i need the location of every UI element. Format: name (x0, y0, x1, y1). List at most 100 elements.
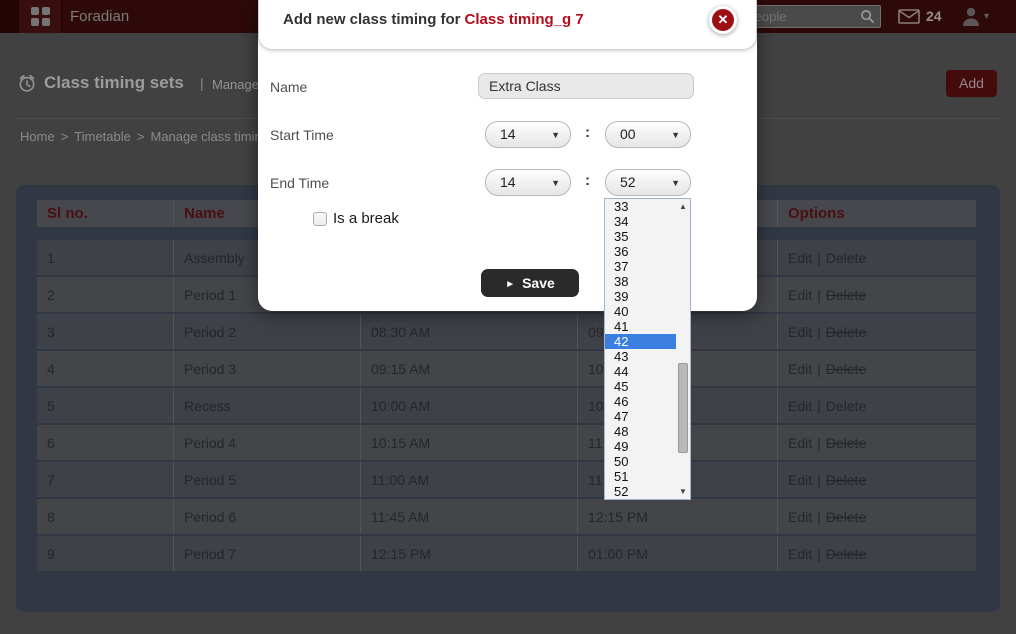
delete-link[interactable]: Delete (826, 472, 866, 488)
modal-title: Add new class timing forClass timing_g 7 (283, 11, 584, 28)
minute-option[interactable]: 46 (605, 394, 676, 409)
table-row: 3 Period 2 08:30 AM 09:15 AM Edit | Dele… (37, 314, 976, 349)
edit-link[interactable]: Edit (788, 250, 812, 266)
minute-option[interactable]: 41 (605, 319, 676, 334)
options-separator: | (817, 472, 821, 488)
brand-logo[interactable]: Foradian (70, 0, 129, 33)
scroll-up-icon[interactable]: ▲ (676, 202, 690, 211)
minute-option[interactable]: 35 (605, 229, 676, 244)
cell-start-time: 09:15 AM (360, 351, 577, 386)
modal-title-prefix: Add new class timing for (283, 11, 461, 28)
minute-option[interactable]: 45 (605, 379, 676, 394)
minute-options: 3334353637383940414243444546474849505152 (605, 199, 676, 499)
is-a-break-label: Is a break (333, 210, 399, 227)
page-title: Class timing sets (44, 73, 184, 93)
minute-option[interactable]: 47 (605, 409, 676, 424)
user-icon (960, 6, 982, 28)
scrollbar-thumb[interactable] (678, 363, 688, 453)
minute-option[interactable]: 43 (605, 349, 676, 364)
minute-option[interactable]: 44 (605, 364, 676, 379)
options-separator: | (817, 287, 821, 303)
add-button[interactable]: Add (946, 70, 997, 97)
cell-start-time: 10:00 AM (360, 388, 577, 423)
delete-link[interactable]: Delete (826, 509, 866, 525)
apps-menu-button[interactable] (18, 0, 62, 33)
chevron-down-icon: ▾ (984, 0, 989, 33)
cell-name: Period 6 (173, 499, 360, 534)
cell-name: Period 7 (173, 536, 360, 571)
save-button[interactable]: ►Save (481, 269, 579, 297)
end-time-label: End Time (270, 175, 329, 191)
minute-option[interactable]: 37 (605, 259, 676, 274)
delete-link[interactable]: Delete (826, 398, 866, 414)
delete-link[interactable]: Delete (826, 435, 866, 451)
breadcrumb-item[interactable]: Home (20, 129, 55, 144)
cell-sl-no: 4 (37, 351, 173, 386)
edit-link[interactable]: Edit (788, 287, 812, 303)
start-minute-select[interactable]: 00 ▼ (605, 121, 691, 148)
minute-option[interactable]: 34 (605, 214, 676, 229)
cell-options: Edit | Delete (777, 240, 976, 275)
modal-header: Add new class timing forClass timing_g 7 (258, 0, 757, 50)
name-field[interactable] (478, 73, 694, 99)
cell-options: Edit | Delete (777, 314, 976, 349)
edit-link[interactable]: Edit (788, 324, 812, 340)
header-sl-no: Sl no. (37, 200, 173, 227)
dropdown-scrollbar[interactable]: ▲ ▼ (676, 199, 690, 499)
breadcrumb-separator: > (61, 129, 69, 144)
minute-option[interactable]: 52 (605, 484, 676, 499)
cell-sl-no: 3 (37, 314, 173, 349)
cell-options: Edit | Delete (777, 462, 976, 497)
minute-option[interactable]: 33 (605, 199, 676, 214)
edit-link[interactable]: Edit (788, 435, 812, 451)
cell-start-time: 10:15 AM (360, 425, 577, 460)
end-hour-value: 14 (500, 174, 516, 190)
edit-link[interactable]: Edit (788, 398, 812, 414)
edit-link[interactable]: Edit (788, 546, 812, 562)
delete-link[interactable]: Delete (826, 324, 866, 340)
cell-start-time: 11:00 AM (360, 462, 577, 497)
breadcrumb-item[interactable]: Timetable (74, 129, 131, 144)
minute-option[interactable]: 38 (605, 274, 676, 289)
cell-options: Edit | Delete (777, 536, 976, 571)
cell-sl-no: 6 (37, 425, 173, 460)
start-time-label: Start Time (270, 127, 334, 143)
delete-link[interactable]: Delete (826, 546, 866, 562)
cell-start-time: 12:15 PM (360, 536, 577, 571)
delete-link[interactable]: Delete (826, 287, 866, 303)
apps-grid-icon (31, 7, 50, 26)
options-separator: | (817, 324, 821, 340)
cell-options: Edit | Delete (777, 277, 976, 312)
end-minute-value: 52 (620, 174, 636, 190)
edit-link[interactable]: Edit (788, 361, 812, 377)
search-icon[interactable] (860, 9, 875, 24)
minute-option[interactable]: 42 (605, 334, 676, 349)
cell-name: Period 4 (173, 425, 360, 460)
chevron-down-icon: ▼ (551, 170, 560, 196)
delete-link[interactable]: Delete (826, 250, 866, 266)
screen: Foradian 24 ▾ Class (0, 0, 1016, 634)
minute-option[interactable]: 50 (605, 454, 676, 469)
start-hour-select[interactable]: 14 ▼ (485, 121, 571, 148)
table-row: 7 Period 5 11:00 AM 11:45 AM Edit | Dele… (37, 462, 976, 497)
minute-option[interactable]: 49 (605, 439, 676, 454)
minute-option[interactable]: 39 (605, 289, 676, 304)
scroll-down-icon[interactable]: ▼ (676, 487, 690, 496)
cell-options: Edit | Delete (777, 425, 976, 460)
minute-option[interactable]: 51 (605, 469, 676, 484)
delete-link[interactable]: Delete (826, 361, 866, 377)
is-a-break-checkbox[interactable] (313, 212, 327, 226)
edit-link[interactable]: Edit (788, 472, 812, 488)
close-icon[interactable]: ✕ (709, 6, 737, 34)
minute-option[interactable]: 40 (605, 304, 676, 319)
end-hour-select[interactable]: 14 ▼ (485, 169, 571, 196)
user-menu-button[interactable]: ▾ (958, 0, 994, 33)
edit-link[interactable]: Edit (788, 509, 812, 525)
minute-option[interactable]: 48 (605, 424, 676, 439)
play-arrow-icon: ► (505, 279, 515, 290)
chevron-down-icon: ▼ (551, 122, 560, 148)
minute-option[interactable]: 36 (605, 244, 676, 259)
end-minute-select[interactable]: 52 ▼ (605, 169, 691, 196)
breadcrumb-separator: > (137, 129, 145, 144)
table-row: 9 Period 7 12:15 PM 01:00 PM Edit | Dele… (37, 536, 976, 571)
